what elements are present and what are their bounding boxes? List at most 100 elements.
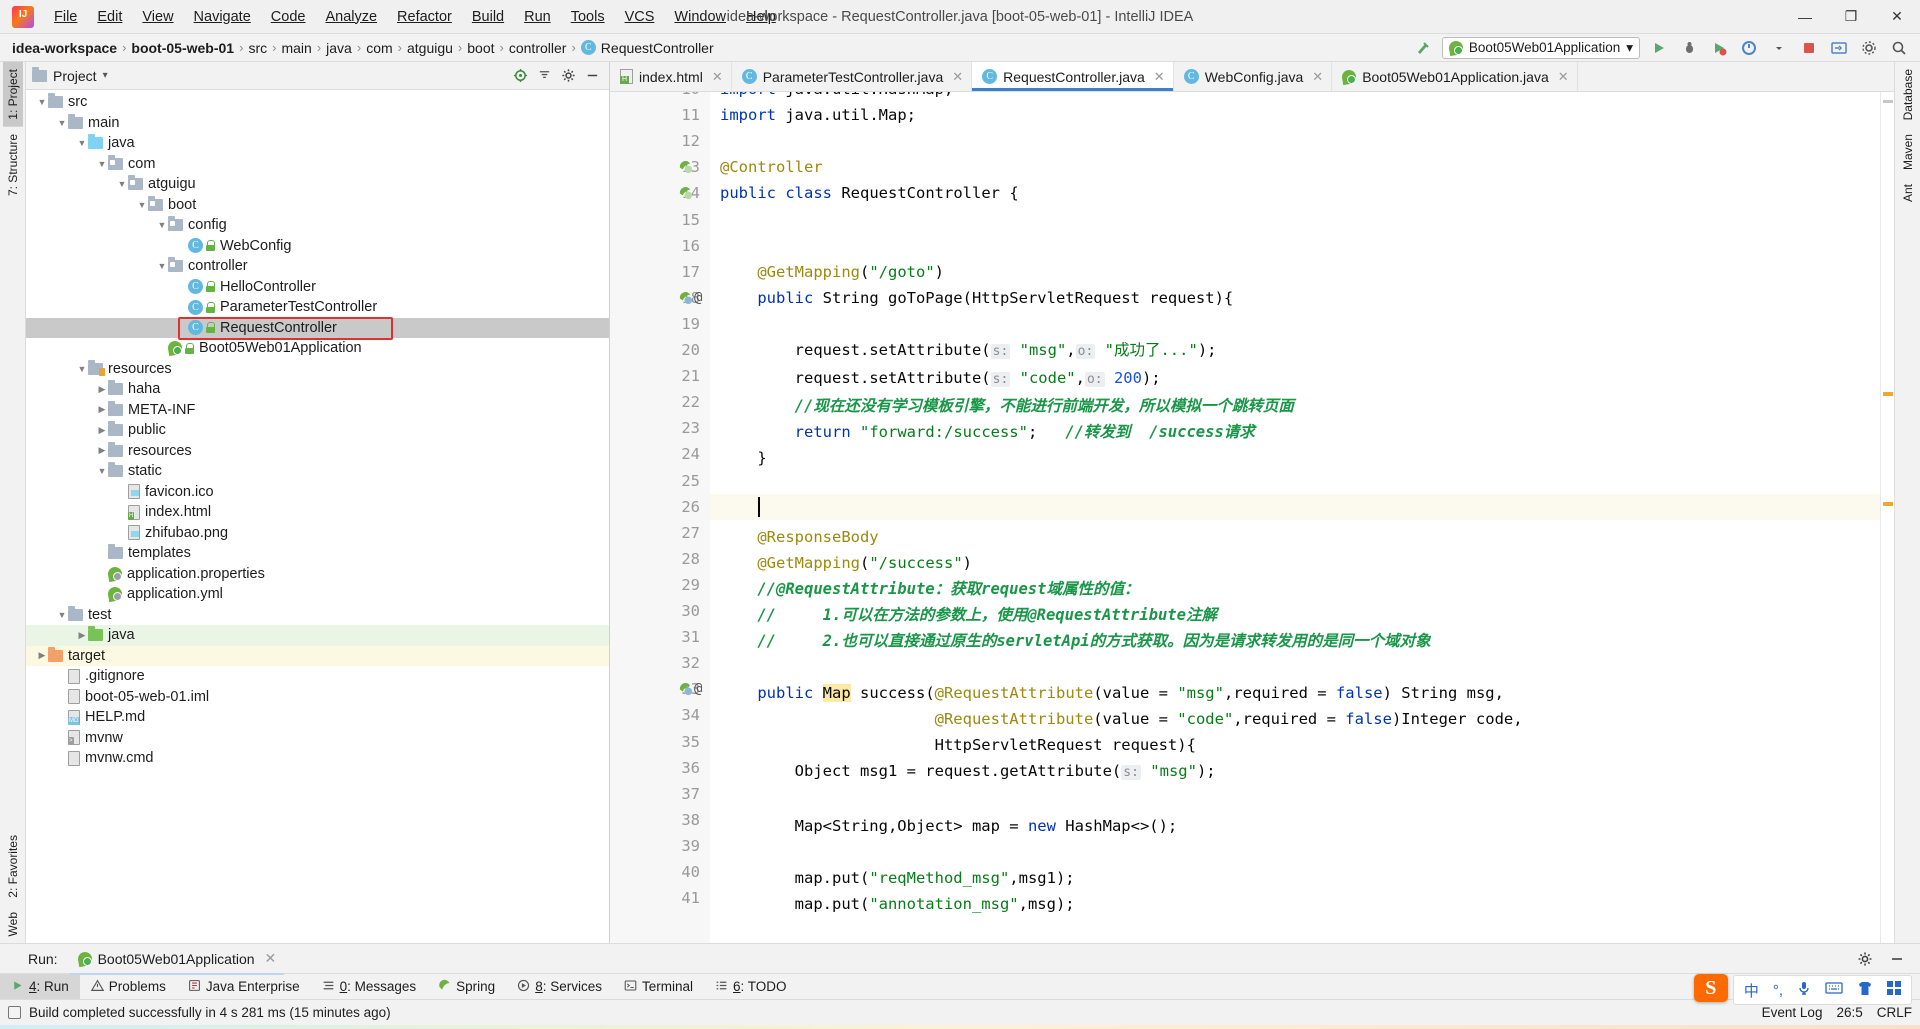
- breadcrumb-current-class[interactable]: RequestController: [601, 40, 714, 56]
- menu-build[interactable]: Build: [462, 5, 514, 29]
- tree-file-row[interactable]: C WebConfig: [26, 236, 609, 257]
- tree-folder-row[interactable]: ▶ META-INF: [26, 400, 609, 421]
- breadcrumb-item-3[interactable]: main: [281, 40, 311, 56]
- tree-file-row[interactable]: application.yml: [26, 584, 609, 605]
- line-separator[interactable]: CRLF: [1877, 1005, 1912, 1020]
- breadcrumb-item-7[interactable]: boot: [467, 40, 494, 56]
- tree-file-row[interactable]: favicon.ico: [26, 482, 609, 503]
- tree-folder-row[interactable]: ▼ config: [26, 215, 609, 236]
- sidebar-item-project[interactable]: 1: Project: [2, 62, 23, 127]
- collapse-all-icon[interactable]: [533, 65, 555, 87]
- tree-file-row[interactable]: zhifubao.png: [26, 523, 609, 544]
- main-menu[interactable]: File Edit View Navigate Code Analyze Ref…: [44, 5, 786, 29]
- expand-arrow-icon[interactable]: ▶: [96, 445, 108, 456]
- run-tab-boot05web01application[interactable]: Boot05Web01Application ✕: [69, 946, 285, 975]
- menu-run[interactable]: Run: [514, 5, 561, 29]
- sidebar-item-database[interactable]: Database: [1898, 62, 1918, 127]
- expand-arrow-icon[interactable]: ▼: [56, 118, 68, 128]
- editor-gutter[interactable]: 101112131415161718@192021222324252627282…: [610, 92, 710, 943]
- tree-file-row[interactable]: C HelloController: [26, 277, 609, 298]
- tree-file-row[interactable]: application.properties: [26, 564, 609, 585]
- expand-arrow-icon[interactable]: ▶: [96, 425, 108, 436]
- expand-arrow-icon[interactable]: ▼: [96, 159, 108, 169]
- editor-tab-requestcontroller-java[interactable]: C RequestController.java ✕: [972, 62, 1174, 91]
- menu-file[interactable]: File: [44, 5, 87, 29]
- close-icon[interactable]: ✕: [712, 69, 723, 85]
- run-icon[interactable]: [1648, 37, 1670, 59]
- tree-folder-row[interactable]: ▼ static: [26, 461, 609, 482]
- editor-tab-index-html[interactable]: index.html ✕: [610, 62, 732, 91]
- event-log-label[interactable]: Event Log: [1762, 1005, 1823, 1020]
- expand-arrow-icon[interactable]: ▼: [56, 610, 68, 620]
- search-everywhere-icon[interactable]: [1888, 37, 1910, 59]
- tree-folder-row[interactable]: templates: [26, 543, 609, 564]
- tool-window-button-problems[interactable]: Problems: [80, 974, 177, 1000]
- spring-bean-gutter-icon[interactable]: [678, 159, 693, 174]
- tree-file-row[interactable]: MD HELP.md: [26, 707, 609, 728]
- breadcrumb-item-5[interactable]: com: [366, 40, 392, 56]
- tree-folder-row[interactable]: ▼ boot: [26, 195, 609, 216]
- tree-folder-row[interactable]: ▼ com: [26, 154, 609, 175]
- menu-help[interactable]: Help: [736, 5, 786, 29]
- expand-arrow-icon[interactable]: ▶: [76, 630, 88, 641]
- close-icon[interactable]: ✕: [1312, 69, 1323, 85]
- chevron-down-icon[interactable]: ▾: [1626, 40, 1633, 56]
- gear-icon[interactable]: [1854, 948, 1876, 970]
- code-editor[interactable]: 101112131415161718@192021222324252627282…: [610, 92, 1894, 943]
- sidebar-item-structure[interactable]: 7: Structure: [3, 127, 23, 203]
- tree-folder-row[interactable]: ▼ resources: [26, 359, 609, 380]
- profile-icon[interactable]: [1738, 37, 1760, 59]
- sidebar-item-maven[interactable]: Maven: [1898, 127, 1918, 177]
- expand-arrow-icon[interactable]: ▶: [96, 404, 108, 415]
- minimize-button[interactable]: —: [1782, 0, 1828, 34]
- sidebar-item-web[interactable]: Web: [3, 905, 23, 943]
- tool-window-button-spring[interactable]: Spring: [427, 974, 506, 1000]
- menu-window[interactable]: Window: [664, 5, 736, 29]
- breadcrumb-item-0[interactable]: idea-workspace: [12, 40, 117, 56]
- breadcrumb-item-1[interactable]: boot-05-web-01: [131, 40, 234, 56]
- caret-position[interactable]: 26:5: [1836, 1005, 1862, 1020]
- expand-arrow-icon[interactable]: ▼: [136, 200, 148, 210]
- tree-folder-row[interactable]: ▶ haha: [26, 379, 609, 400]
- menu-tools[interactable]: Tools: [561, 5, 615, 29]
- run-with-coverage-icon[interactable]: [1708, 37, 1730, 59]
- ime-skin-icon[interactable]: [1857, 981, 1873, 1000]
- tree-file-row[interactable]: boot-05-web-01.iml: [26, 687, 609, 708]
- menu-edit[interactable]: Edit: [87, 5, 132, 29]
- editor-tab-parametertestcontroller-java[interactable]: C ParameterTestController.java ✕: [732, 62, 973, 91]
- tree-folder-row[interactable]: ▼ test: [26, 605, 609, 626]
- tree-file-row[interactable]: C RequestController: [26, 317, 609, 338]
- gear-icon[interactable]: [557, 65, 579, 87]
- hide-panel-icon[interactable]: [581, 65, 603, 87]
- maximize-button[interactable]: ❐: [1828, 0, 1874, 34]
- chevron-down-icon-profile[interactable]: [1768, 37, 1790, 59]
- tree-file-row[interactable]: .gitignore: [26, 666, 609, 687]
- close-icon[interactable]: ✕: [265, 950, 277, 967]
- ime-apps-icon[interactable]: [1887, 981, 1901, 999]
- close-icon[interactable]: ✕: [1154, 69, 1165, 85]
- tree-file-row[interactable]: C ParameterTestController: [26, 297, 609, 318]
- tree-file-row[interactable]: Hindex.html: [26, 502, 609, 523]
- editor-tab-bar[interactable]: index.html ✕ C ParameterTestController.java…: [610, 62, 1894, 92]
- ime-toolbar[interactable]: S 中 °,: [1693, 974, 1912, 1005]
- settings-gear-icon[interactable]: [1858, 37, 1880, 59]
- breadcrumb-item-4[interactable]: java: [326, 40, 352, 56]
- locate-file-icon[interactable]: [509, 65, 531, 87]
- ime-punctuation-icon[interactable]: °,: [1773, 982, 1783, 999]
- expand-arrow-icon[interactable]: ▼: [156, 261, 168, 271]
- editor-tab-webconfig-java[interactable]: C WebConfig.java ✕: [1174, 62, 1333, 91]
- sidebar-item-ant[interactable]: Ant: [1898, 177, 1918, 209]
- run-configuration-selector[interactable]: Boot05Web01Application ▾: [1441, 36, 1640, 59]
- update-running-app-icon[interactable]: [1828, 37, 1850, 59]
- menu-code[interactable]: Code: [261, 5, 316, 29]
- request-mapping-gutter-icon[interactable]: [678, 681, 693, 696]
- menu-refactor[interactable]: Refactor: [387, 5, 462, 29]
- menu-analyze[interactable]: Analyze: [315, 5, 387, 29]
- close-icon[interactable]: ✕: [952, 69, 963, 85]
- ime-mode-icon[interactable]: 中: [1744, 980, 1759, 1001]
- tree-file-row[interactable]: > mvnw: [26, 728, 609, 749]
- menu-vcs[interactable]: VCS: [615, 5, 665, 29]
- tree-folder-row[interactable]: ▼ main: [26, 113, 609, 134]
- tree-file-row[interactable]: Boot05Web01Application: [26, 338, 609, 359]
- ime-keyboard-icon[interactable]: [1825, 981, 1843, 999]
